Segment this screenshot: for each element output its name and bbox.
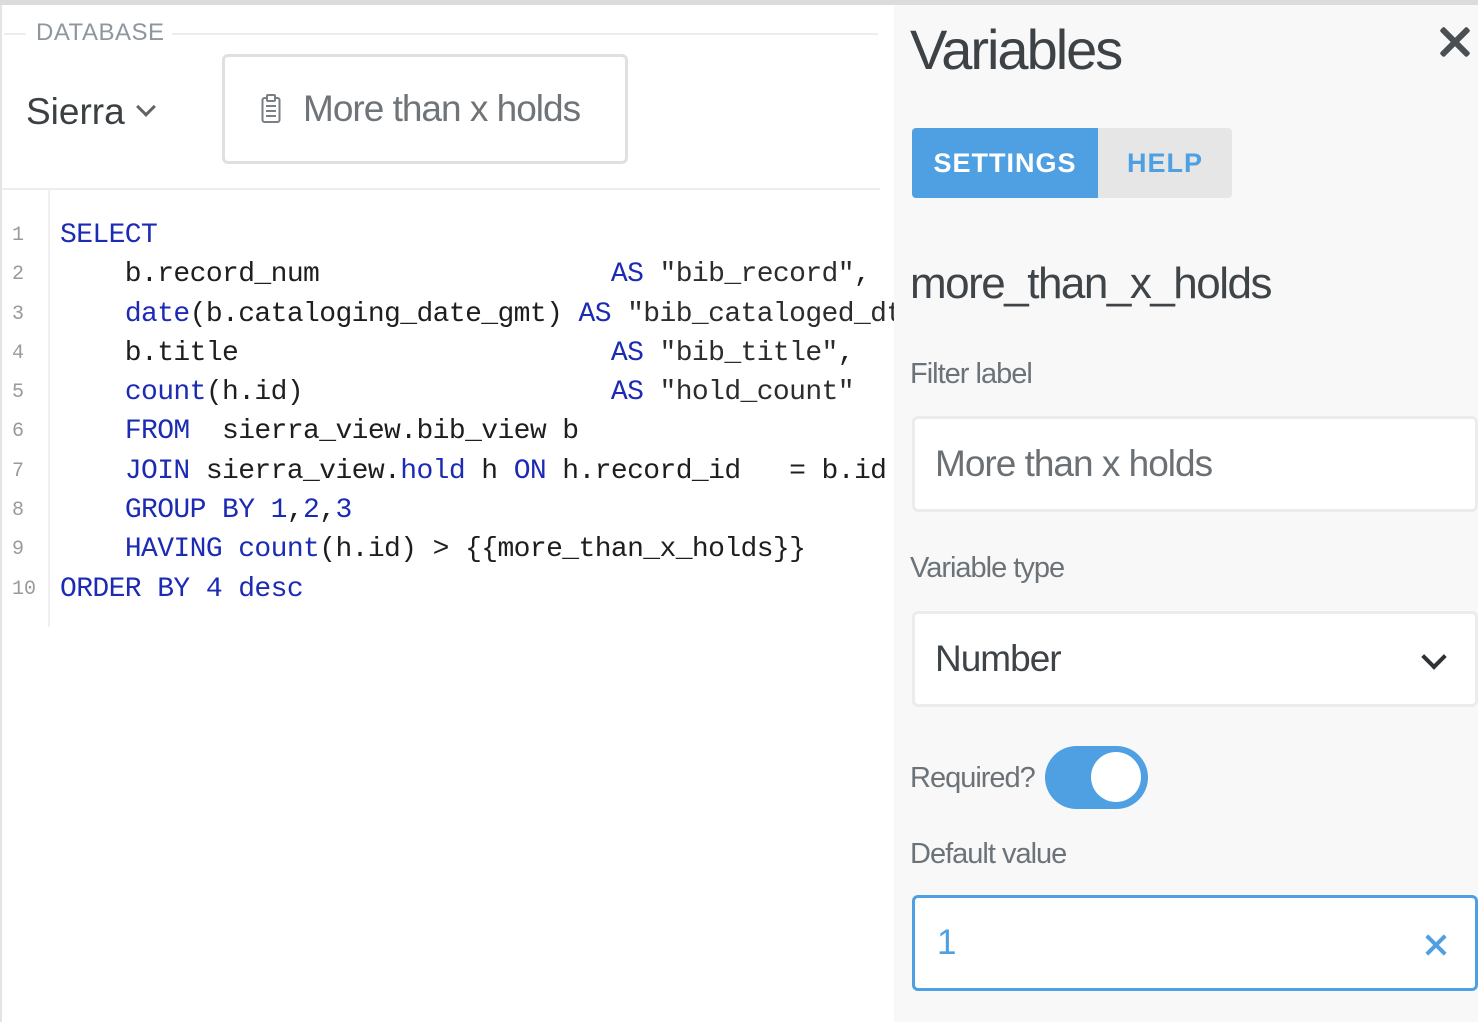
default-value-label: Default value [910, 838, 1067, 870]
variable-type-select[interactable]: Number [912, 611, 1478, 707]
tab-help[interactable]: HELP [1098, 128, 1232, 198]
line-number: 10 [12, 577, 37, 601]
variables-panel: Variables SETTINGS HELP more_than_x_hold… [894, 5, 1478, 1022]
tab-settings[interactable]: SETTINGS [912, 128, 1098, 198]
line-number: 8 [12, 499, 25, 523]
line-number: 1 [12, 224, 25, 247]
variable-type-label: Variable type [910, 552, 1065, 584]
variable-filter-widget[interactable]: More than x holds [222, 54, 628, 164]
variable-name: more_than_x_holds [910, 259, 1272, 308]
required-label: Required? [910, 762, 1036, 794]
toggle-knob [1091, 752, 1141, 802]
database-picker[interactable]: Sierra [26, 91, 156, 133]
code-text[interactable]: GROUP BY 1,2,3 [60, 491, 352, 530]
line-number: 4 [12, 341, 25, 365]
code-text[interactable]: count(h.id) AS "hold_count" [60, 373, 855, 412]
query-editor-pane: DATABASE Sierra More than x holds 1 SELEC… [0, 5, 936, 1022]
filter-label-input[interactable]: More than x holds [912, 416, 1478, 512]
line-number: 7 [12, 459, 25, 483]
chevron-down-icon [1421, 644, 1447, 670]
code-text[interactable]: date(b.cataloging_date_gmt) AS "bib_cata… [60, 295, 936, 334]
line-number: 5 [12, 381, 25, 405]
database-name: Sierra [26, 91, 125, 132]
filter-label-value: More than x holds [935, 443, 1213, 484]
database-rule [172, 33, 878, 35]
line-number: 6 [12, 420, 25, 444]
code-text[interactable]: HAVING count(h.id) > {{more_than_x_holds… [60, 530, 806, 569]
panel-tabs: SETTINGS HELP [912, 128, 1232, 198]
line-number: 2 [12, 263, 25, 287]
code-text[interactable]: SELECT [60, 216, 158, 255]
database-label: DATABASE [36, 19, 165, 46]
panel-title: Variables [910, 18, 1123, 81]
code-text[interactable]: b.title AS "bib_title", [60, 334, 855, 373]
required-toggle[interactable] [1045, 746, 1148, 809]
clipboard-icon [261, 94, 281, 124]
chevron-down-icon [135, 97, 156, 117]
line-number: 9 [12, 538, 25, 562]
filter-label-label: Filter label [910, 358, 1033, 390]
variable-type-value: Number [935, 638, 1062, 679]
database-rule [4, 33, 26, 35]
code-text[interactable]: FROM sierra_view.bib_view b [60, 412, 579, 451]
code-text[interactable]: ORDER BY 4 desc [60, 570, 304, 609]
clear-icon[interactable] [1425, 934, 1447, 956]
close-icon[interactable] [1436, 23, 1472, 59]
code-text[interactable]: b.record_num AS "bib_record", [60, 255, 871, 294]
default-value-input[interactable]: 1 [912, 895, 1478, 991]
sql-editor[interactable]: 1 SELECT 2 b.record_num AS "bib_record", 3 … [2, 190, 936, 630]
default-value-value: 1 [937, 923, 956, 962]
variable-widget-placeholder: More than x holds [303, 88, 581, 129]
line-number: 3 [12, 302, 25, 326]
code-text[interactable]: JOIN sierra_view.hold h ON h.record_id =… [60, 452, 887, 491]
